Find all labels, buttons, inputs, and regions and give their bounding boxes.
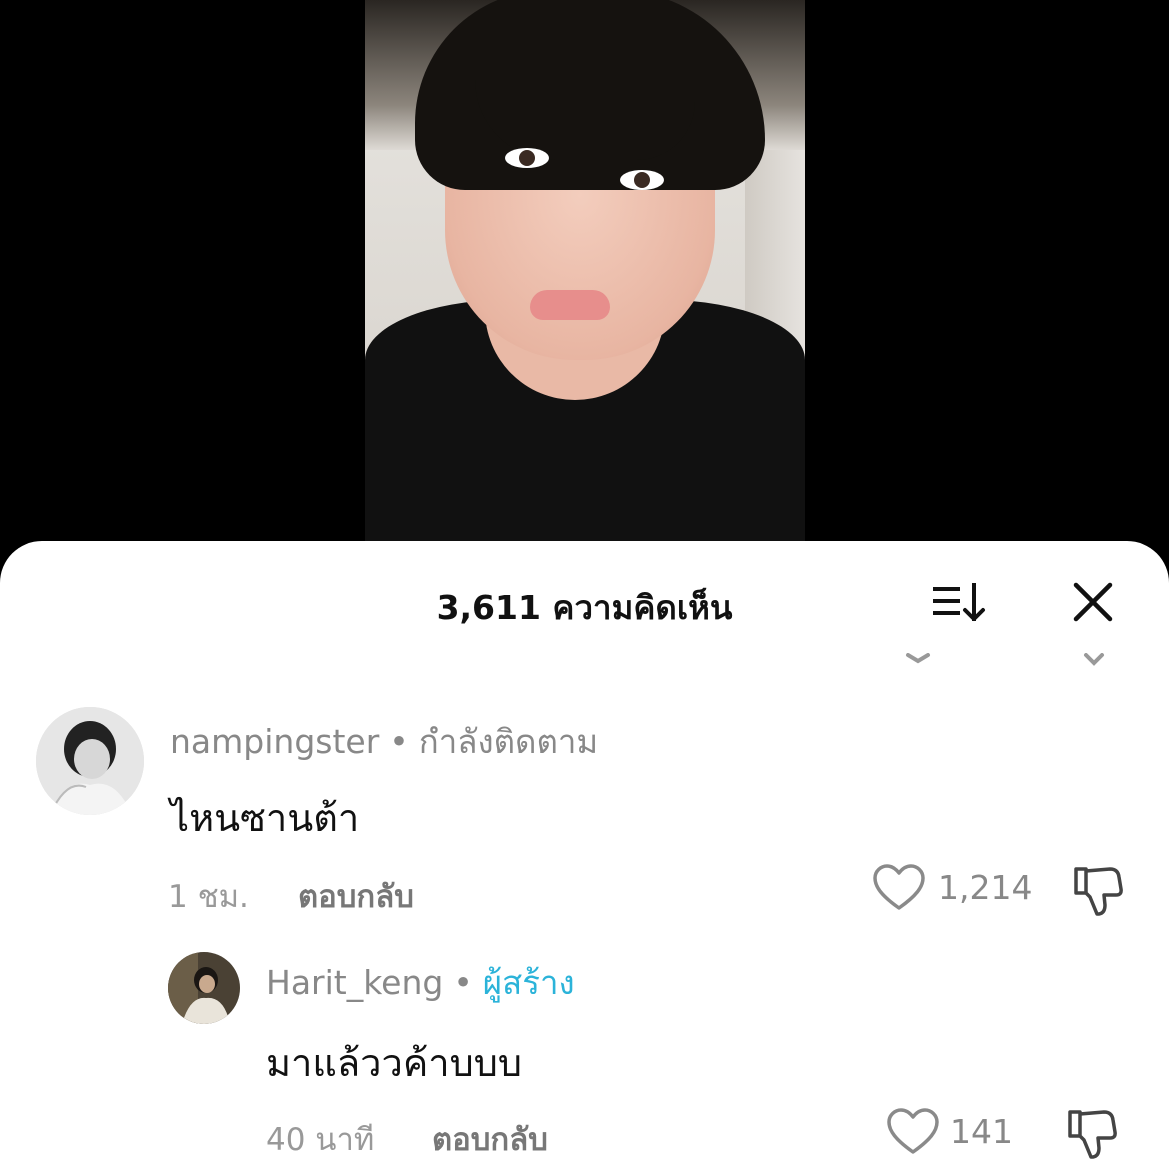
dislike-button[interactable] xyxy=(1064,1106,1120,1162)
like-button[interactable]: 1,214 xyxy=(872,864,1032,914)
comment-header: nampingster • กำลังติดตาม xyxy=(170,715,598,768)
video-person-eye-left xyxy=(505,148,549,168)
comments-sheet: 3,611 ความคิดเห็น nampingster • กำลังติด… xyxy=(0,541,1169,1169)
reply-button[interactable]: ตอบกลับ xyxy=(298,871,414,921)
creator-badge: ผู้สร้าง xyxy=(482,963,575,1002)
like-count: 1,214 xyxy=(938,868,1033,907)
username[interactable]: nampingster xyxy=(170,722,379,761)
reply-item: Harit_keng • ผู้สร้าง มาแล้ววค้าบบบ 40 นาท… xyxy=(0,946,1169,1169)
heart-icon xyxy=(873,864,925,910)
reply-button[interactable]: ตอบกลับ xyxy=(432,1114,548,1164)
avatar[interactable] xyxy=(36,707,144,815)
comment-item: nampingster • กำลังติดตาม ไหนซานต้า 1 ชม. … xyxy=(0,701,1169,916)
following-tag: กำลังติดตาม xyxy=(418,722,599,761)
dislike-button[interactable] xyxy=(1070,863,1126,919)
sort-button[interactable] xyxy=(930,581,990,625)
comment-count-title: 3,611 ความคิดเห็น xyxy=(436,588,733,627)
video-person-eye-right xyxy=(620,170,664,190)
username[interactable]: Harit_keng xyxy=(266,963,443,1002)
sheet-header: 3,611 ความคิดเห็น xyxy=(0,541,1169,661)
thumbs-down-icon xyxy=(1068,1110,1117,1159)
sort-icon xyxy=(933,583,985,621)
video-player[interactable] xyxy=(365,0,805,560)
scrolled-content-peek xyxy=(0,653,1169,673)
reply-header: Harit_keng • ผู้สร้าง xyxy=(266,956,575,1009)
thumbs-down-icon xyxy=(1074,867,1123,916)
separator: • xyxy=(453,963,473,1002)
comment-time: 1 ชม. xyxy=(168,879,249,915)
heart-icon xyxy=(887,1108,939,1154)
like-button[interactable]: 141 xyxy=(886,1108,1016,1158)
video-person-mouth xyxy=(530,290,610,320)
close-button[interactable] xyxy=(1068,581,1118,625)
reply-time: 40 นาที xyxy=(266,1122,375,1158)
separator: • xyxy=(389,722,409,761)
comment-text: ไหนซานต้า xyxy=(170,796,360,840)
reply-text: มาแล้ววค้าบบบ xyxy=(266,1041,522,1085)
avatar[interactable] xyxy=(168,952,240,1024)
like-count: 141 xyxy=(950,1112,1013,1151)
screen: 3,611 ความคิดเห็น nampingster • กำลังติด… xyxy=(0,0,1169,1169)
close-icon xyxy=(1073,582,1113,622)
